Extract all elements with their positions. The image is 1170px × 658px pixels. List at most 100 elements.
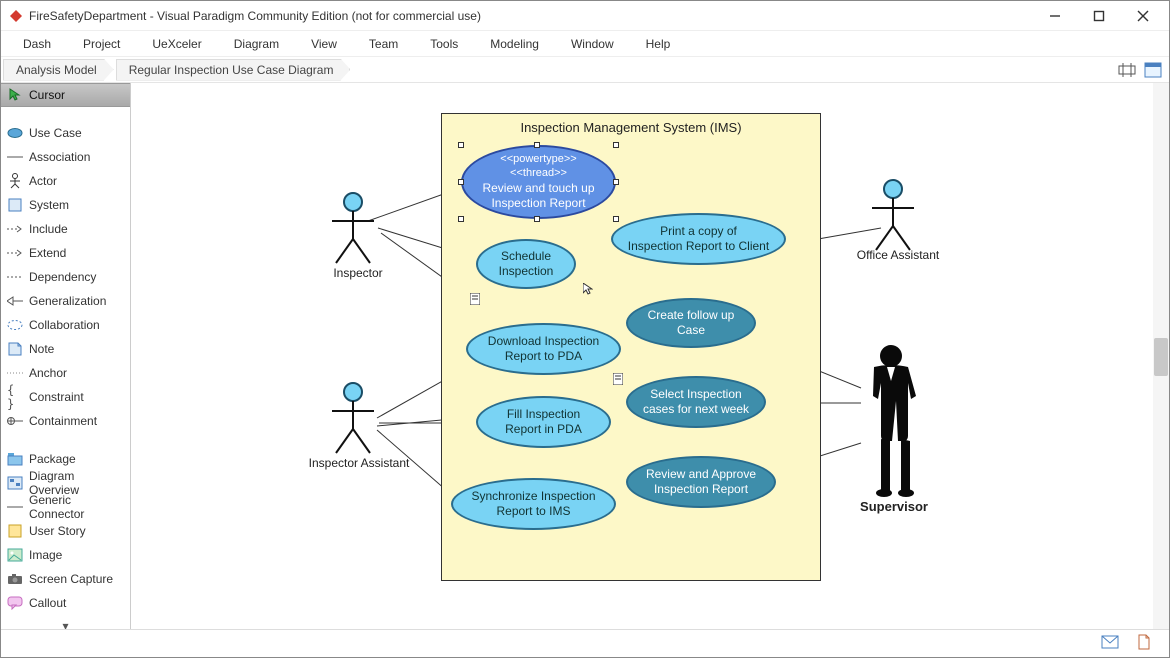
scrollbar-thumb[interactable] [1154,338,1168,376]
selection-handle[interactable] [458,142,464,148]
menu-team[interactable]: Team [353,33,414,55]
selection-handle[interactable] [458,216,464,222]
usecase-review-touchup[interactable]: <<powertype>> <<thread>> Review and touc… [461,145,616,219]
palette-generic-connector[interactable]: Generic Connector [1,495,130,519]
palette-collaboration[interactable]: Collaboration [1,313,130,337]
window-controls [1033,2,1165,30]
generalization-icon [7,293,23,309]
diagram-canvas[interactable]: Inspection Management System (IMS) Inspe… [131,83,1169,629]
menubar: Dash Project UeXceler Diagram View Team … [1,31,1169,57]
menu-view[interactable]: View [295,33,353,55]
palette-note[interactable]: Note [1,337,130,361]
app-logo-icon [9,9,23,23]
statusbar [1,629,1169,657]
usecase-schedule[interactable]: Schedule Inspection [476,239,576,289]
actor-office-assistant-label: Office Assistant [843,248,953,262]
selection-handle[interactable] [613,216,619,222]
document-icon[interactable] [1137,634,1151,653]
selection-handle[interactable] [613,142,619,148]
app-window: FireSafetyDepartment - Visual Paradigm C… [0,0,1170,658]
palette-anchor[interactable]: Anchor [1,361,130,385]
usecase-sync[interactable]: Synchronize Inspection Report to IMS [451,478,616,530]
palette-constraint[interactable]: { } Constraint [1,385,130,409]
selection-handle[interactable] [534,142,540,148]
titlebar: FireSafetyDepartment - Visual Paradigm C… [1,1,1169,31]
menu-dash[interactable]: Dash [7,33,67,55]
usecase-approve[interactable]: Review and Approve Inspection Report [626,456,776,508]
minimize-button[interactable] [1033,2,1077,30]
palette-image[interactable]: Image [1,543,130,567]
breadcrumb-level-1[interactable]: Analysis Model [3,59,114,81]
extend-icon [7,245,23,261]
resource-cursor-icon [583,283,593,295]
usecase-select[interactable]: Select Inspection cases for next week [626,376,766,428]
containment-icon [7,413,23,429]
palette-usecase[interactable]: Use Case [1,121,130,145]
palette-screen-capture[interactable]: Screen Capture [1,567,130,591]
tool-palette: Cursor Use Case Association Actor System [1,83,131,629]
actor-inspector-label: Inspector [318,266,398,280]
selection-handle[interactable] [534,216,540,222]
palette-system[interactable]: System [1,193,130,217]
usecase-fill[interactable]: Fill Inspection Report in PDA [476,396,611,448]
palette-generalization[interactable]: Generalization [1,289,130,313]
menu-tools[interactable]: Tools [414,33,474,55]
actor-office-assistant[interactable] [866,178,921,253]
palette-collapse[interactable]: ▾ [1,615,130,629]
callout-icon [7,595,23,611]
maximize-button[interactable] [1077,2,1121,30]
diagram-toolbar-icon-1[interactable] [1117,60,1137,80]
userstory-icon [7,523,23,539]
palette-cursor[interactable]: Cursor [1,83,130,107]
note-icon [7,341,23,357]
palette-callout[interactable]: Callout [1,591,130,615]
palette-extend[interactable]: Extend [1,241,130,265]
close-button[interactable] [1121,2,1165,30]
palette-dependency[interactable]: Dependency [1,265,130,289]
palette-user-story[interactable]: User Story [1,519,130,543]
menu-project[interactable]: Project [67,33,136,55]
menu-modeling[interactable]: Modeling [474,33,555,55]
resource-indicator-icon [470,293,480,305]
system-icon [7,197,23,213]
usecase-followup[interactable]: Create follow up Case [626,298,756,348]
menu-help[interactable]: Help [630,33,687,55]
dependency-icon [7,269,23,285]
actor-supervisor[interactable] [846,341,936,501]
overview-icon [7,475,23,491]
usecase-print[interactable]: Print a copy of Inspection Report to Cli… [611,213,786,265]
usecase-icon [7,125,23,141]
constraint-icon: { } [7,389,23,405]
menu-uexceler[interactable]: UeXceler [136,33,217,55]
association-icon [7,149,23,165]
mail-icon[interactable] [1101,635,1119,652]
image-icon [7,547,23,563]
actor-inspector[interactable] [326,191,381,266]
palette-diagram-overview[interactable]: Diagram Overview [1,471,130,495]
diagram-toolbar-icon-2[interactable] [1143,60,1163,80]
actor-inspector-assistant[interactable] [326,381,381,456]
actor-icon [7,173,23,189]
system-title: Inspection Management System (IMS) [442,114,820,137]
cursor-icon [7,87,23,103]
menu-diagram[interactable]: Diagram [218,33,295,55]
vertical-scrollbar[interactable] [1153,83,1169,629]
anchor-icon [7,365,23,381]
resource-indicator-icon [613,373,623,385]
palette-containment[interactable]: Containment [1,409,130,433]
include-icon [7,221,23,237]
actor-supervisor-label: Supervisor [849,499,939,514]
menu-window[interactable]: Window [555,33,630,55]
palette-association[interactable]: Association [1,145,130,169]
breadcrumb-bar: Analysis Model Regular Inspection Use Ca… [1,57,1169,83]
breadcrumb-level-2[interactable]: Regular Inspection Use Case Diagram [116,59,351,81]
palette-package[interactable]: Package [1,447,130,471]
actor-inspector-assistant-label: Inspector Assistant [299,456,419,470]
selection-handle[interactable] [613,179,619,185]
selection-handle[interactable] [458,179,464,185]
palette-include[interactable]: Include [1,217,130,241]
main-body: Cursor Use Case Association Actor System [1,83,1169,629]
package-icon [7,451,23,467]
usecase-download[interactable]: Download Inspection Report to PDA [466,323,621,375]
palette-actor[interactable]: Actor [1,169,130,193]
